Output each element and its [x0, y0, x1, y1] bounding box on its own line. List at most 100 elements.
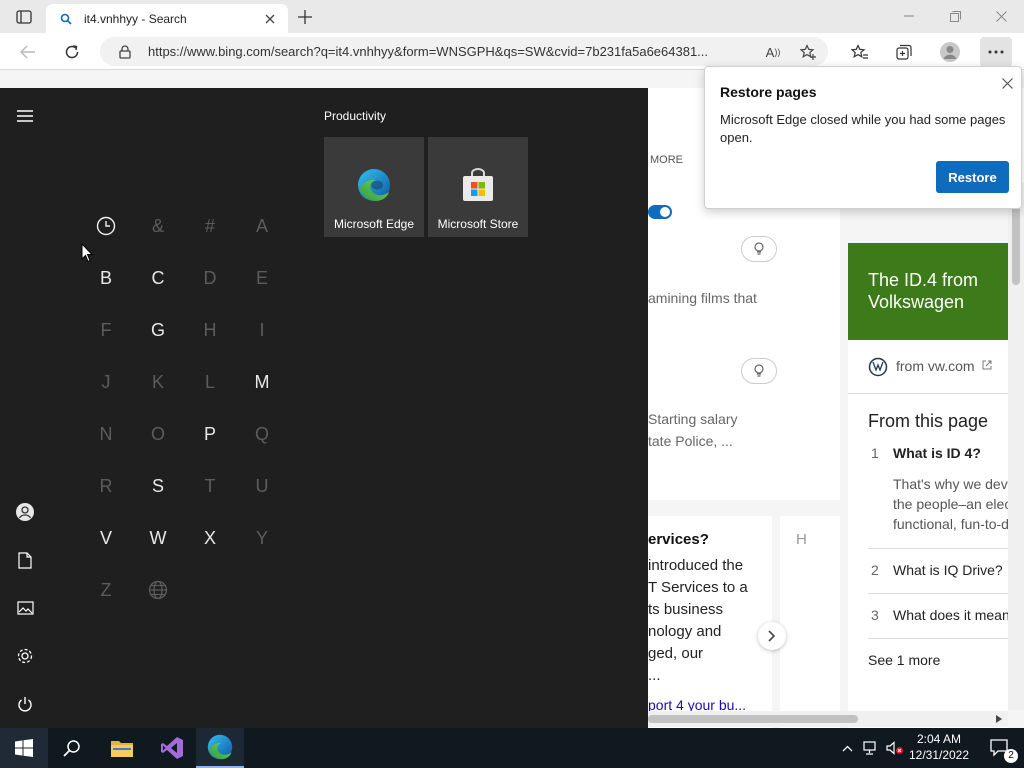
lightbulb-icon[interactable]	[741, 236, 777, 262]
answer-card[interactable]: ervices? introduced the T Services to a …	[648, 516, 772, 728]
letter-I[interactable]: I	[236, 304, 288, 356]
browser-toolbar: https://www.bing.com/search?q=it4.vnhhyy…	[0, 33, 1024, 70]
letter-X[interactable]: X	[184, 512, 236, 564]
answer-card-2[interactable]: H	[780, 516, 840, 728]
letter-globe-icon[interactable]	[132, 564, 184, 616]
letter-N[interactable]: N	[80, 408, 132, 460]
card-line: ...	[648, 667, 661, 684]
close-tab-icon[interactable]	[260, 10, 280, 28]
tab-more[interactable]: MORE	[650, 154, 683, 166]
letter-V[interactable]: V	[80, 512, 132, 564]
close-popup-icon[interactable]	[997, 73, 1017, 93]
new-tab-icon[interactable]	[292, 5, 318, 29]
faq-question[interactable]: What is IQ Drive?	[893, 562, 1003, 578]
letter-P[interactable]: P	[184, 408, 236, 460]
taskbar-file-explorer[interactable]	[98, 728, 146, 768]
visual-studio-icon	[161, 737, 183, 759]
sidebar-headline: The ID.4 from Volkswagen	[868, 270, 979, 312]
favorites-icon[interactable]	[846, 38, 874, 66]
letter-U[interactable]: U	[236, 460, 288, 512]
sidebar-header[interactable]: The ID.4 from Volkswagen	[848, 243, 1008, 340]
letter-K[interactable]: K	[132, 356, 184, 408]
popup-title: Restore pages	[720, 84, 817, 100]
back-icon[interactable]	[14, 38, 42, 66]
faq-question[interactable]: What does it mean	[893, 607, 1010, 623]
letter-L[interactable]: L	[184, 356, 236, 408]
card-line: T Services to a	[648, 579, 748, 596]
add-favorite-icon[interactable]	[797, 41, 819, 63]
letter-Q[interactable]: Q	[236, 408, 288, 460]
letter-O[interactable]: O	[132, 408, 184, 460]
hamburger-menu-icon[interactable]	[4, 100, 46, 132]
lock-icon[interactable]	[119, 45, 131, 59]
toggle-switch[interactable]	[648, 205, 672, 219]
sidebar-source[interactable]: from vw.com	[896, 358, 975, 374]
settings-menu-icon[interactable]	[980, 37, 1012, 67]
restore-window-icon[interactable]	[940, 4, 970, 28]
tile-label: Microsoft Edge	[333, 217, 415, 231]
start-button[interactable]	[0, 728, 48, 768]
lightbulb-icon[interactable]	[741, 358, 777, 384]
taskbar-edge[interactable]	[196, 728, 244, 768]
letter-S[interactable]: S	[132, 460, 184, 512]
address-bar[interactable]: https://www.bing.com/search?q=it4.vnhhyy…	[100, 37, 828, 66]
taskbar: 2:04 AM 12/31/2022 2	[0, 728, 1024, 768]
search-icon	[63, 740, 80, 757]
clock[interactable]: 2:04 AM 12/31/2022	[906, 728, 972, 768]
network-icon[interactable]	[860, 728, 882, 768]
user-account-icon[interactable]	[4, 496, 46, 528]
letter-&[interactable]: &	[132, 200, 184, 252]
refresh-icon[interactable]	[58, 38, 86, 66]
action-center-icon[interactable]: 2	[976, 728, 1024, 768]
volume-muted-icon[interactable]	[884, 728, 906, 768]
letter-#[interactable]: #	[184, 200, 236, 252]
letter-D[interactable]: D	[184, 252, 236, 304]
sidebar-ad-card: The ID.4 from Volkswagen from vw.com Fro…	[848, 243, 1016, 728]
faq-number: 2	[871, 562, 879, 578]
letter-Z[interactable]: Z	[80, 564, 132, 616]
collections-icon[interactable]	[890, 38, 918, 66]
url-text[interactable]: https://www.bing.com/search?q=it4.vnhhyy…	[148, 44, 760, 59]
tile-microsoft-edge[interactable]: Microsoft Edge	[324, 137, 424, 237]
profile-avatar-icon[interactable]	[936, 38, 964, 66]
result-snippet: amining films that	[648, 290, 757, 306]
power-icon[interactable]	[4, 688, 46, 720]
divider	[848, 393, 1008, 394]
letter-C[interactable]: C	[132, 252, 184, 304]
letter-Y[interactable]: Y	[236, 512, 288, 564]
alphabet-grid: & # A B C D E F G H I J K L M N O P Q R S T U V W X Y Z	[80, 200, 290, 616]
pictures-icon[interactable]	[4, 592, 46, 624]
close-window-icon[interactable]	[986, 4, 1016, 28]
browser-tab[interactable]: it4.vnhhyy - Search	[46, 4, 288, 33]
carousel-next-icon[interactable]	[758, 622, 786, 650]
letter-W[interactable]: W	[132, 512, 184, 564]
faq-question[interactable]: What is ID 4?	[893, 445, 981, 461]
vertical-scrollbar[interactable]	[1008, 200, 1024, 710]
read-aloud-icon[interactable]: A))	[762, 41, 784, 63]
see-more-link[interactable]: See 1 more	[868, 652, 940, 668]
letter-G[interactable]: G	[132, 304, 184, 356]
letter-J[interactable]: J	[80, 356, 132, 408]
result-snippet: Starting salary	[648, 411, 738, 427]
documents-icon[interactable]	[4, 544, 46, 576]
letter-F[interactable]: F	[80, 304, 132, 356]
tab-actions-icon[interactable]	[10, 6, 38, 28]
tray-overflow-icon[interactable]	[836, 728, 858, 768]
mouse-cursor-icon	[81, 243, 93, 263]
settings-gear-icon[interactable]	[4, 640, 46, 672]
tile-microsoft-store[interactable]: Microsoft Store	[428, 137, 528, 237]
taskbar-visual-studio[interactable]	[148, 728, 196, 768]
letter-T[interactable]: T	[184, 460, 236, 512]
letter-M[interactable]: M	[236, 356, 288, 408]
taskbar-search-button[interactable]	[48, 728, 96, 768]
horizontal-scrollbar[interactable]	[648, 711, 1008, 727]
letter-A[interactable]: A	[236, 200, 288, 252]
letter-R[interactable]: R	[80, 460, 132, 512]
minimize-icon[interactable]	[894, 4, 924, 28]
windows-logo-icon	[15, 739, 33, 757]
letter-E[interactable]: E	[236, 252, 288, 304]
faq-answer-line: the people–an elec	[893, 496, 1012, 512]
letter-H[interactable]: H	[184, 304, 236, 356]
card-line: introduced the	[648, 557, 744, 574]
restore-button[interactable]: Restore	[936, 161, 1009, 193]
